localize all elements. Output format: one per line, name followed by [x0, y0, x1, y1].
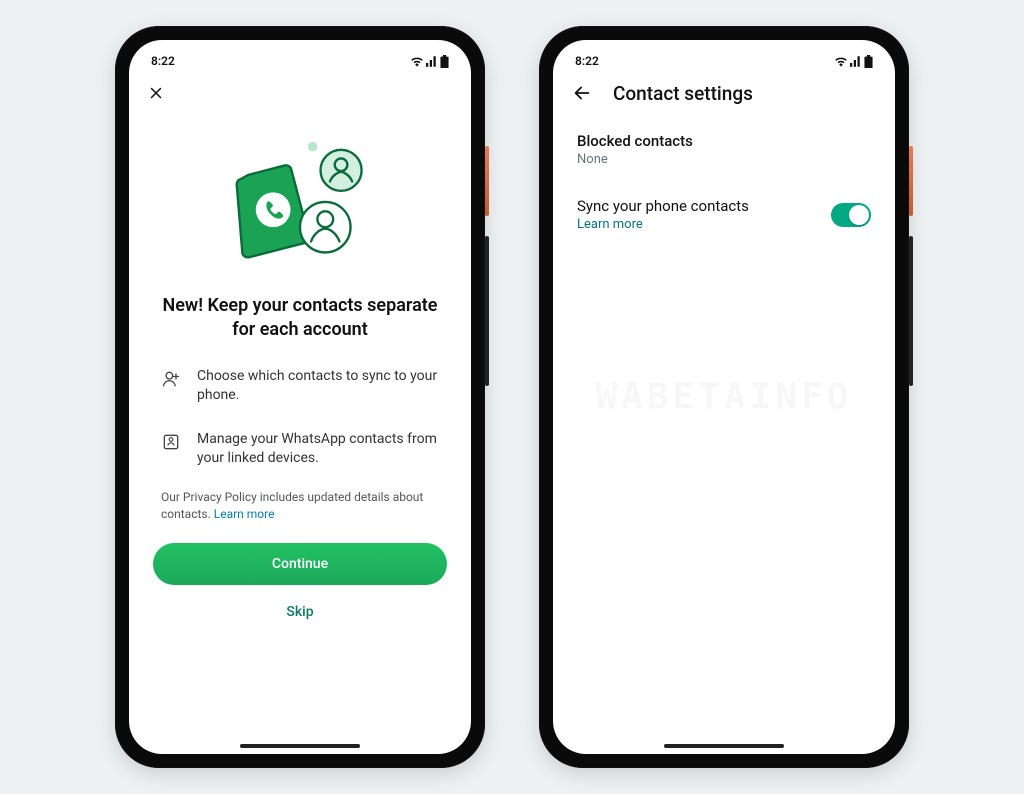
battery-icon — [440, 55, 449, 68]
sync-contacts-label: Sync your phone contacts — [577, 197, 749, 215]
continue-button[interactable]: Continue — [153, 543, 447, 585]
privacy-policy-note: Our Privacy Policy includes updated deta… — [153, 485, 447, 543]
volume-button — [485, 236, 489, 386]
status-icons — [834, 55, 873, 68]
page-title: Contact settings — [613, 82, 753, 105]
policy-learn-more-link[interactable]: Learn more — [214, 507, 275, 521]
signal-icon — [850, 56, 862, 67]
status-bar: 8:22 — [553, 40, 895, 70]
volume-button — [909, 236, 913, 386]
onboarding-content: New! Keep your contacts separate for eac… — [129, 116, 471, 754]
gesture-nav-bar[interactable] — [664, 744, 784, 748]
feature-sync-text: Choose which contacts to sync to your ph… — [197, 367, 439, 406]
person-add-icon — [161, 367, 181, 389]
signal-icon — [426, 56, 438, 67]
feature-devices-text: Manage your WhatsApp contacts from your … — [197, 430, 439, 469]
phone-frame-left: 8:22 — [115, 26, 485, 768]
screen-right: WABETAINFO 8:22 Contact settings Blocked… — [553, 40, 895, 754]
sync-contacts-toggle[interactable] — [831, 203, 871, 227]
close-button[interactable] — [147, 84, 165, 102]
contacts-illustration-icon — [205, 134, 395, 284]
battery-icon — [864, 55, 873, 68]
blocked-contacts-value: None — [577, 152, 871, 167]
settings-content: Blocked contacts None Sync your phone co… — [553, 116, 895, 754]
blocked-contacts-label: Blocked contacts — [577, 132, 871, 150]
phone-frame-right: WABETAINFO 8:22 Contact settings Blocked… — [539, 26, 909, 768]
status-time: 8:22 — [151, 54, 175, 68]
devices-icon — [161, 430, 181, 452]
policy-text: Our Privacy Policy includes updated deta… — [161, 490, 423, 521]
feature-sync: Choose which contacts to sync to your ph… — [153, 359, 447, 422]
app-bar: Contact settings — [553, 70, 895, 116]
wifi-icon — [834, 56, 848, 67]
power-button — [485, 146, 489, 216]
close-icon — [147, 84, 165, 102]
status-icons — [410, 55, 449, 68]
onboarding-headline: New! Keep your contacts separate for eac… — [153, 294, 447, 359]
toggle-knob — [849, 205, 869, 225]
sync-contacts-row: Sync your phone contacts Learn more — [577, 183, 871, 246]
feature-devices: Manage your WhatsApp contacts from your … — [153, 422, 447, 485]
arrow-back-icon — [571, 82, 593, 104]
gesture-nav-bar[interactable] — [240, 744, 360, 748]
status-time: 8:22 — [575, 54, 599, 68]
blocked-contacts-row[interactable]: Blocked contacts None — [577, 116, 871, 183]
power-button — [909, 146, 913, 216]
screen-left: 8:22 — [129, 40, 471, 754]
hero-illustration — [153, 116, 447, 294]
sync-learn-more-link[interactable]: Learn more — [577, 217, 749, 232]
skip-button[interactable]: Skip — [153, 603, 447, 621]
status-bar: 8:22 — [129, 40, 471, 70]
wifi-icon — [410, 56, 424, 67]
app-bar — [129, 70, 471, 116]
back-button[interactable] — [571, 82, 593, 104]
